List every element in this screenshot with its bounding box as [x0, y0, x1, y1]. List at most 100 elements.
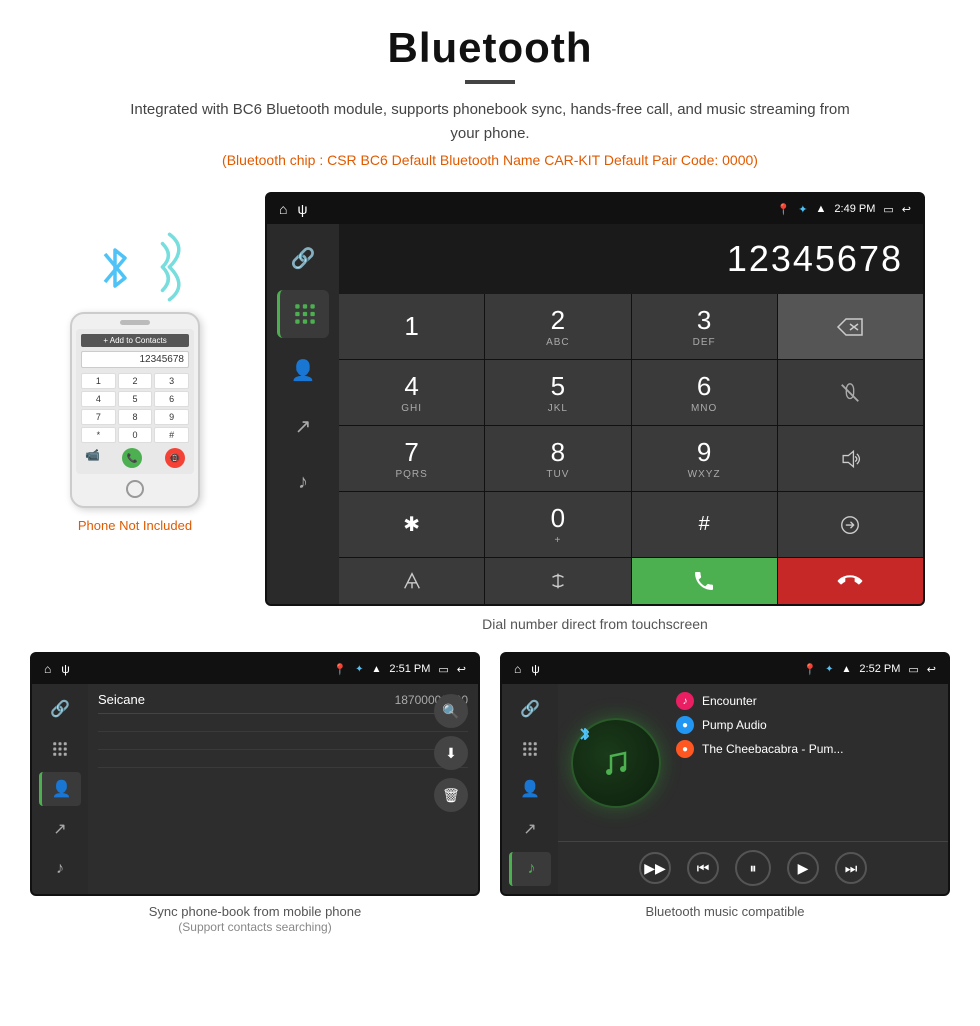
sidebar-item-dialpad[interactable] [277, 290, 329, 338]
key-2[interactable]: 2ABC [485, 294, 630, 359]
key-6[interactable]: 6MNO [632, 360, 777, 425]
key-star[interactable]: ✱ [339, 492, 484, 557]
phone-call-button[interactable]: 📞 [122, 448, 142, 468]
music-sidebar-link[interactable]: 🔗 [509, 692, 551, 726]
contacts-screen-wrap: ⌂ ψ 📍 ✦ ▲ 2:51 PM ▭ ↩ 🔗 [30, 652, 480, 934]
track-1-name: Encounter [702, 694, 757, 708]
key-4[interactable]: 4GHI [339, 360, 484, 425]
music-content: ♪ Encounter ● Pump Audio ● The Cheebacab… [558, 684, 948, 841]
music-sidebar-dialpad[interactable] [509, 732, 551, 766]
key-1[interactable]: 1 [339, 294, 484, 359]
phone-key-9[interactable]: 9 [154, 409, 189, 425]
music-sidebar-transfer[interactable]: ↗ [509, 812, 551, 846]
phone-not-included-label: Phone Not Included [78, 518, 192, 533]
music-track-1[interactable]: ♪ Encounter [676, 692, 940, 710]
key-volume[interactable] [778, 426, 923, 491]
phone-side: + Add to Contacts 12345678 1 2 3 4 5 6 7… [30, 192, 240, 533]
music-pause-button[interactable]: ⏸ [735, 850, 771, 886]
phone-key-7[interactable]: 7 [81, 409, 116, 425]
music-play-pause-current[interactable]: ▶▶ [639, 852, 671, 884]
contacts-sidebar-music[interactable]: ♪ [39, 852, 81, 886]
contact-download-button[interactable]: ⬇ [434, 736, 468, 770]
contacts-status-left: ⌂ ψ [44, 662, 70, 676]
contacts-home-icon: ⌂ [44, 662, 51, 676]
music-play-button[interactable]: ▶ [787, 852, 819, 884]
music-main: ♪ Encounter ● Pump Audio ● The Cheebacab… [558, 684, 948, 894]
key-8[interactable]: 8TUV [485, 426, 630, 491]
contact-search-button[interactable]: 🔍 [434, 694, 468, 728]
home-circle [126, 480, 144, 498]
phone-video-icon: 📹 [85, 448, 100, 468]
key-call[interactable] [632, 558, 777, 604]
music-status-left: ⌂ ψ [514, 662, 540, 676]
music-track-list: ♪ Encounter ● Pump Audio ● The Cheebacab… [676, 692, 940, 833]
page-header: Bluetooth Integrated with BC6 Bluetooth … [0, 0, 980, 178]
key-5[interactable]: 5JKL [485, 360, 630, 425]
phone-key-3[interactable]: 3 [154, 373, 189, 389]
key-mute[interactable] [778, 360, 923, 425]
music-prev-button[interactable]: ⏮ [687, 852, 719, 884]
contacts-caption: Sync phone-book from mobile phone (Suppo… [149, 904, 361, 934]
sidebar-item-music[interactable]: ♪ [277, 458, 329, 506]
music-sidebar-contacts[interactable]: 👤 [509, 772, 551, 806]
page-description: Integrated with BC6 Bluetooth module, su… [130, 98, 850, 146]
contact-row-empty-3 [98, 756, 468, 768]
bluetooth-icon-area [85, 222, 185, 302]
sidebar-item-transfer[interactable]: ↗ [277, 402, 329, 450]
music-status-right: 📍 ✦ ▲ 2:52 PM ▭ ↩ [803, 663, 936, 676]
music-status-bar: ⌂ ψ 📍 ✦ ▲ 2:52 PM ▭ ↩ [502, 654, 948, 684]
music-sidebar-music[interactable]: ♪ [509, 852, 551, 886]
music-car-screen: ⌂ ψ 📍 ✦ ▲ 2:52 PM ▭ ↩ 🔗 [500, 652, 950, 896]
contact-delete-button[interactable]: 🗑 [434, 778, 468, 812]
keypad-grid: 1 2ABC 3DEF [339, 294, 923, 604]
contacts-back: ↩ [457, 663, 466, 676]
contacts-sidebar-link[interactable]: 🔗 [39, 692, 81, 726]
phone-key-5[interactable]: 5 [118, 391, 153, 407]
key-end-call[interactable] [778, 558, 923, 604]
key-7[interactable]: 7PQRS [339, 426, 484, 491]
dial-number-display: 12345678 [339, 224, 923, 294]
sidebar-item-contacts[interactable]: 👤 [277, 346, 329, 394]
phone-home-button[interactable] [77, 480, 193, 498]
phone-key-8[interactable]: 8 [118, 409, 153, 425]
music-caption: Bluetooth music compatible [646, 904, 805, 919]
music-body: 🔗 👤 [502, 684, 948, 894]
phone-key-6[interactable]: 6 [154, 391, 189, 407]
key-merge[interactable] [339, 558, 484, 604]
phone-end-button[interactable]: 📵 [165, 448, 185, 468]
main-status-bar: ⌂ ψ 📍 ✦ ▲ 2:49 PM ▭ ↩ [267, 194, 923, 224]
contacts-bt-icon: ✦ [355, 664, 363, 675]
key-0[interactable]: 0+ [485, 492, 630, 557]
music-track-2[interactable]: ● Pump Audio [676, 716, 940, 734]
bluetooth-status-icon: ✦ [798, 203, 807, 216]
music-next-button[interactable]: ⏭ [835, 852, 867, 884]
phone-keypad: 1 2 3 4 5 6 7 8 9 * 0 # [81, 373, 189, 443]
key-swap[interactable] [485, 558, 630, 604]
music-battery: ▭ [908, 663, 918, 676]
phone-key-1[interactable]: 1 [81, 373, 116, 389]
phone-key-0[interactable]: 0 [118, 427, 153, 443]
key-backspace[interactable] [778, 294, 923, 359]
contacts-sidebar-dialpad[interactable] [39, 732, 81, 766]
key-3[interactable]: 3DEF [632, 294, 777, 359]
contacts-location-icon: 📍 [333, 663, 347, 676]
phone-key-star[interactable]: * [81, 427, 116, 443]
car-screen-area: ⌂ ψ 📍 ✦ ▲ 2:49 PM ▭ ↩ 🔗 [240, 192, 950, 632]
key-hash[interactable]: # [632, 492, 777, 557]
music-note-icon [597, 744, 635, 782]
contacts-body: 🔗 👤 [32, 684, 478, 894]
car-body: 🔗 👤 [267, 224, 923, 604]
contact-row-empty-2 [98, 738, 468, 750]
phone-key-4[interactable]: 4 [81, 391, 116, 407]
sidebar-item-link[interactable]: 🔗 [277, 234, 329, 282]
contacts-sidebar-contacts[interactable]: 👤 [39, 772, 81, 806]
music-track-3[interactable]: ● The Cheebacabra - Pum... [676, 740, 940, 758]
phone-key-hash[interactable]: # [154, 427, 189, 443]
contacts-sidebar-transfer[interactable]: ↗ [39, 812, 81, 846]
title-divider [465, 80, 515, 84]
phone-bottom-buttons: 📹 📞 📵 [81, 448, 189, 468]
key-switch[interactable] [778, 492, 923, 557]
bluetooth-waves [129, 232, 189, 302]
key-9[interactable]: 9WXYZ [632, 426, 777, 491]
phone-key-2[interactable]: 2 [118, 373, 153, 389]
